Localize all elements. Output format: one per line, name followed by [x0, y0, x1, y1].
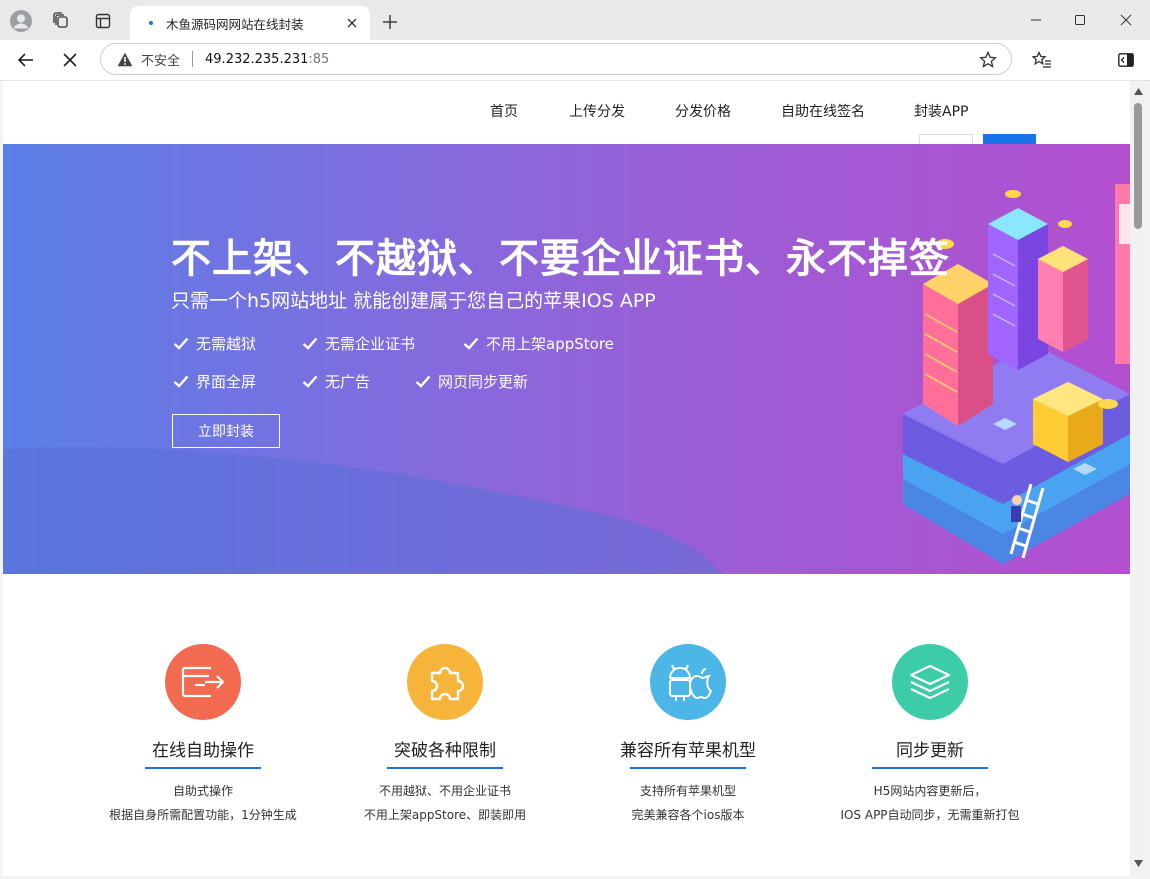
- feature-item: 界面全屏: [173, 371, 256, 392]
- url-port: :85: [308, 51, 330, 67]
- back-arrow-icon[interactable]: [14, 48, 38, 72]
- sidebar-toggle-icon[interactable]: [1114, 48, 1138, 72]
- nav-item-pricing[interactable]: 分发价格: [675, 101, 731, 121]
- title-underline: [145, 767, 261, 769]
- hero-subtitle: 只需一个h5网站地址 就能创建属于您自己的苹果IOS APP: [171, 290, 656, 312]
- page-viewport: 首页 上传分发 分发价格 自助在线签名 封装APP 不上架、不越狱、不要企业证书…: [3, 81, 1130, 876]
- page-scrollbar[interactable]: [1130, 81, 1147, 876]
- service-card-compatibility: 兼容所有苹果机型 支持所有苹果机型 完美兼容各个ios版本: [568, 644, 808, 827]
- nav-item-signature[interactable]: 自助在线签名: [781, 101, 865, 121]
- desc-line: 自助式操作: [172, 784, 233, 798]
- address-bar[interactable]: 不安全 49.232.235.231 :85: [100, 43, 1012, 75]
- title-underline: [630, 767, 746, 769]
- tab-title: 木鱼源码网网站在线封装: [166, 16, 304, 32]
- check-icon: [173, 337, 189, 351]
- favorites-list-icon[interactable]: [1030, 48, 1054, 72]
- package-now-button[interactable]: 立即封装: [172, 414, 280, 448]
- service-description: 支持所有苹果机型 完美兼容各个ios版本: [568, 779, 808, 827]
- desc-line: H5网站内容更新后，: [873, 784, 987, 798]
- layers-icon: [892, 644, 968, 720]
- hero-headline: 不上架、不越狱、不要企业证书、永不掉签: [171, 236, 950, 282]
- feature-label: 无需越狱: [196, 335, 257, 353]
- minimize-icon[interactable]: [1022, 8, 1050, 32]
- check-icon: [302, 337, 318, 351]
- nav-item-home[interactable]: 首页: [490, 101, 518, 121]
- check-icon: [302, 375, 318, 389]
- service-card-self-service: 在线自助操作 自助式操作 根据自身所需配置功能，1分钟生成: [83, 644, 323, 827]
- feature-label: 无需企业证书: [325, 335, 416, 353]
- android-apple-icon: [650, 644, 726, 720]
- scroll-up-arrow-icon[interactable]: [1134, 87, 1143, 96]
- title-underline: [872, 767, 988, 769]
- feature-item: 无广告: [302, 371, 370, 392]
- service-title: 在线自助操作: [152, 741, 254, 761]
- hero-banner: 不上架、不越狱、不要企业证书、永不掉签 只需一个h5网站地址 就能创建属于您自己…: [3, 144, 1130, 574]
- tab-close-icon[interactable]: [344, 15, 360, 31]
- loading-spinner-icon: [144, 16, 158, 30]
- feature-label: 网页同步更新: [438, 373, 529, 391]
- feature-item: 无需越狱: [173, 333, 256, 354]
- maximize-icon[interactable]: [1066, 8, 1094, 32]
- feature-item: 网页同步更新: [415, 371, 528, 392]
- workspaces-icon[interactable]: [50, 10, 72, 32]
- card-arrow-icon: [165, 644, 241, 720]
- service-description: 不用越狱、不用企业证书 不用上架appStore、即装即用: [325, 779, 565, 827]
- warning-icon: [117, 51, 133, 67]
- tab-actions-icon[interactable]: [92, 10, 114, 32]
- feature-label: 界面全屏: [196, 373, 257, 391]
- profile-avatar-icon[interactable]: [8, 8, 34, 34]
- service-title: 突破各种限制: [394, 741, 496, 761]
- desc-line: 完美兼容各个ios版本: [631, 808, 745, 822]
- desc-line: 支持所有苹果机型: [639, 784, 736, 798]
- service-description: H5网站内容更新后， IOS APP自动同步，无需重新打包: [810, 779, 1050, 827]
- url-host: 49.232.235.231: [205, 51, 309, 67]
- service-title: 同步更新: [896, 741, 964, 761]
- active-tab[interactable]: 木鱼源码网网站在线封装: [130, 6, 370, 40]
- service-description: 自助式操作 根据自身所需配置功能，1分钟生成: [83, 779, 323, 827]
- desc-line: 根据自身所需配置功能，1分钟生成: [109, 808, 297, 822]
- insecure-label[interactable]: 不安全: [141, 50, 180, 69]
- feature-item: 无需企业证书: [302, 333, 415, 354]
- check-icon: [173, 375, 189, 389]
- title-underline: [387, 767, 503, 769]
- scroll-down-arrow-icon[interactable]: [1134, 859, 1143, 868]
- feature-label: 不用上架appStore: [486, 335, 614, 353]
- puzzle-icon: [407, 644, 483, 720]
- nav-item-package-app[interactable]: 封装APP: [914, 101, 968, 121]
- service-card-no-limits: 突破各种限制 不用越狱、不用企业证书 不用上架appStore、即装即用: [325, 644, 565, 827]
- close-window-icon[interactable]: [1112, 8, 1140, 32]
- favorite-star-icon[interactable]: [979, 51, 997, 69]
- desc-line: IOS APP自动同步，无需重新打包: [840, 808, 1020, 822]
- check-icon: [415, 375, 431, 389]
- browser-toolbar: 不安全 49.232.235.231 :85: [0, 40, 1150, 81]
- browser-tabbar: 木鱼源码网网站在线封装: [0, 0, 1150, 40]
- service-card-sync-update: 同步更新 H5网站内容更新后， IOS APP自动同步，无需重新打包: [810, 644, 1050, 827]
- services-section: 在线自助操作 自助式操作 根据自身所需配置功能，1分钟生成 突破各种限制 不用越…: [3, 574, 1130, 876]
- address-separator: [192, 51, 194, 67]
- scrollbar-thumb[interactable]: [1134, 103, 1142, 229]
- feature-label: 无广告: [325, 373, 371, 391]
- isometric-city-illustration: [903, 184, 1130, 564]
- nav-item-upload[interactable]: 上传分发: [569, 101, 625, 121]
- desc-line: 不用上架appStore、即装即用: [363, 808, 527, 822]
- desc-line: 不用越狱、不用企业证书: [378, 784, 511, 798]
- new-tab-icon[interactable]: [378, 10, 402, 34]
- service-title: 兼容所有苹果机型: [620, 741, 756, 761]
- feature-item: 不用上架appStore: [463, 333, 614, 354]
- stop-loading-icon[interactable]: [58, 48, 82, 72]
- check-icon: [463, 337, 479, 351]
- site-nav: 首页 上传分发 分发价格 自助在线签名 封装APP: [3, 81, 1130, 147]
